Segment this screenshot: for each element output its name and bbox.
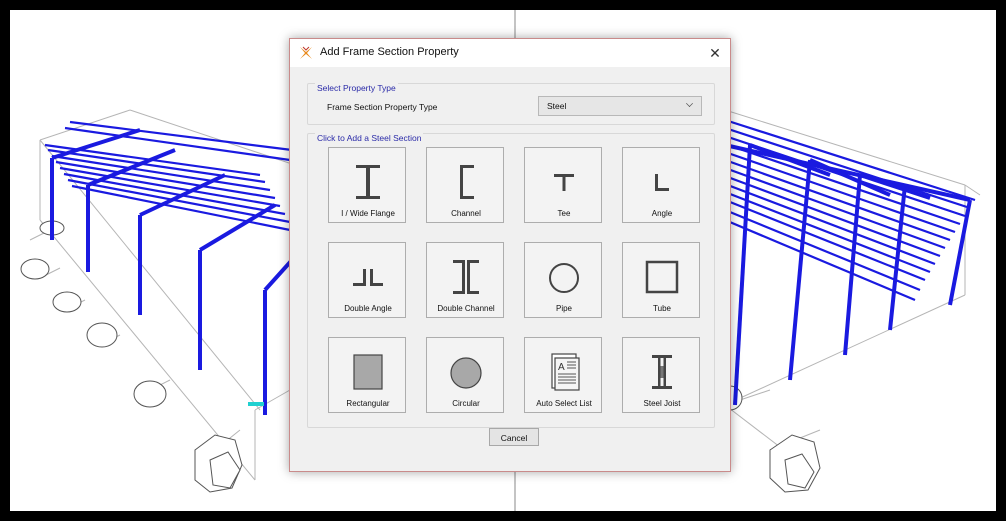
- rectangular-icon: [353, 354, 383, 390]
- tile-label: Double Angle: [344, 304, 392, 313]
- cancel-button[interactable]: Cancel: [489, 428, 539, 446]
- tile-tee[interactable]: Tee: [524, 147, 602, 223]
- tile-label: I / Wide Flange: [341, 209, 395, 218]
- property-type-label: Frame Section Property Type: [327, 102, 438, 112]
- screenshot-frame: Add Frame Section Property ✕ Select Prop…: [0, 0, 1006, 521]
- tile-pipe[interactable]: Pipe: [524, 242, 602, 318]
- i-wide-flange-icon: [356, 165, 380, 199]
- dialog-titlebar[interactable]: Add Frame Section Property ✕: [290, 39, 730, 67]
- double-channel-icon: [453, 260, 479, 294]
- tile-rectangular[interactable]: Rectangular: [328, 337, 406, 413]
- tile-label: Double Channel: [437, 304, 495, 313]
- double-angle-icon: [353, 269, 383, 286]
- add-frame-section-dialog: Add Frame Section Property ✕ Select Prop…: [289, 38, 731, 472]
- tile-label: Circular: [452, 399, 480, 408]
- tile-label: Auto Select List: [536, 399, 592, 408]
- dropdown-value: Steel: [547, 101, 567, 111]
- tee-icon: [554, 174, 574, 191]
- tile-double-angle[interactable]: Double Angle: [328, 242, 406, 318]
- etabs-logo-icon: [300, 46, 312, 59]
- group-legend: Select Property Type: [315, 83, 398, 93]
- tile-i-wide-flange[interactable]: I / Wide Flange: [328, 147, 406, 223]
- tile-label: Steel Joist: [643, 399, 681, 408]
- steel-section-group: Click to Add a Steel Section I / Wide Fl…: [307, 133, 715, 428]
- svg-text:A: A: [558, 362, 565, 373]
- tile-auto-select-list[interactable]: A Auto Select List: [524, 337, 602, 413]
- tile-tube[interactable]: Tube: [622, 242, 700, 318]
- tile-label: Tube: [653, 304, 671, 313]
- tile-circular[interactable]: Circular: [426, 337, 504, 413]
- group-legend: Click to Add a Steel Section: [315, 133, 424, 143]
- tile-label: Rectangular: [346, 399, 390, 408]
- angle-icon: [655, 174, 669, 191]
- pipe-icon: [549, 263, 579, 293]
- close-button[interactable]: ✕: [700, 39, 730, 67]
- model-viewport[interactable]: Add Frame Section Property ✕ Select Prop…: [10, 10, 996, 511]
- tile-angle[interactable]: Angle: [622, 147, 700, 223]
- tile-label: Tee: [557, 209, 571, 218]
- tube-icon: [645, 260, 679, 294]
- circular-icon: [450, 357, 482, 389]
- steel-joist-icon: [652, 355, 672, 389]
- tile-label: Pipe: [555, 304, 572, 313]
- tile-steel-joist[interactable]: Steel Joist: [622, 337, 700, 413]
- property-type-dropdown[interactable]: Steel: [538, 96, 702, 116]
- tile-label: Angle: [651, 209, 673, 218]
- dialog-title: Add Frame Section Property: [320, 46, 459, 58]
- chevron-down-icon: [686, 100, 693, 107]
- tile-label: Channel: [451, 209, 481, 218]
- auto-select-list-icon: A: [551, 353, 580, 391]
- channel-icon: [460, 165, 474, 199]
- select-property-type-group: Select Property Type Frame Section Prope…: [307, 83, 715, 125]
- tile-channel[interactable]: Channel: [426, 147, 504, 223]
- tile-double-channel[interactable]: Double Channel: [426, 242, 504, 318]
